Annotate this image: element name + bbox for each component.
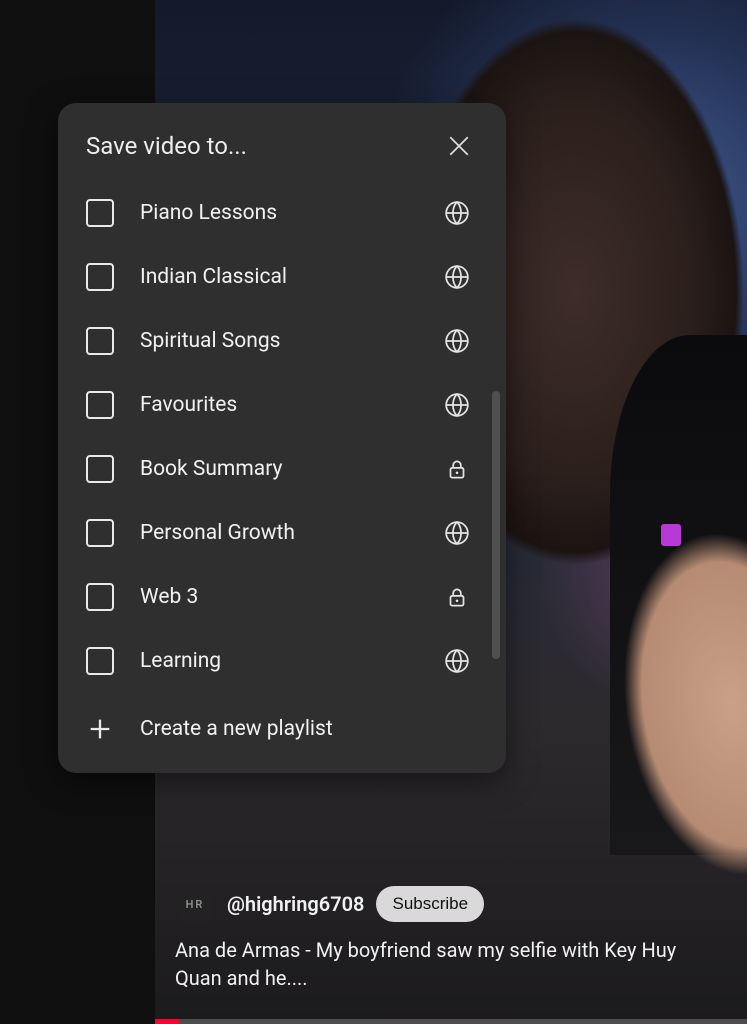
dialog-title: Save video to... <box>86 132 247 160</box>
scrollbar-thumb[interactable] <box>492 391 500 659</box>
playlist-checkbox[interactable] <box>86 391 114 419</box>
channel-avatar[interactable]: HR <box>175 884 215 924</box>
playlist-checkbox[interactable] <box>86 199 114 227</box>
playlist-checkbox[interactable] <box>86 647 114 675</box>
save-to-playlist-dialog: Save video to... Piano Lessons Indian Cla… <box>58 103 506 773</box>
bg-chip <box>661 524 681 546</box>
playlist-label: Learning <box>140 649 418 673</box>
globe-icon <box>444 648 470 674</box>
video-progress-track[interactable] <box>155 1019 747 1024</box>
plus-icon <box>86 715 114 743</box>
playlist-label: Book Summary <box>140 457 418 481</box>
playlist-checkbox[interactable] <box>86 263 114 291</box>
globe-icon <box>444 328 470 354</box>
close-icon <box>444 131 474 161</box>
subscribe-button[interactable]: Subscribe <box>376 886 484 922</box>
playlist-label: Spiritual Songs <box>140 329 418 353</box>
playlist-row[interactable]: Piano Lessons <box>86 181 478 245</box>
playlist-row[interactable]: Web 3 <box>86 565 478 629</box>
playlist-label: Piano Lessons <box>140 201 418 225</box>
playlist-list[interactable]: Piano Lessons Indian Classical Spiritual S… <box>58 177 506 693</box>
video-info-overlay: HR @highring6708 Subscribe Ana de Armas … <box>175 884 727 992</box>
playlist-checkbox[interactable] <box>86 583 114 611</box>
close-button[interactable] <box>440 127 478 165</box>
playlist-label: Favourites <box>140 393 418 417</box>
playlist-checkbox[interactable] <box>86 327 114 355</box>
lock-icon <box>444 456 470 482</box>
playlist-label: Indian Classical <box>140 265 418 289</box>
playlist-row[interactable]: Favourites <box>86 373 478 437</box>
playlist-row[interactable]: Personal Growth <box>86 501 478 565</box>
playlist-row[interactable]: Learning <box>86 629 478 693</box>
video-progress-fill <box>155 1019 179 1024</box>
globe-icon <box>444 200 470 226</box>
globe-icon <box>444 264 470 290</box>
playlist-row[interactable]: Book Summary <box>86 437 478 501</box>
dialog-header: Save video to... <box>58 103 506 177</box>
playlist-label: Web 3 <box>140 585 418 609</box>
lock-icon <box>444 584 470 610</box>
channel-handle[interactable]: @highring6708 <box>227 892 364 916</box>
playlist-checkbox[interactable] <box>86 519 114 547</box>
create-playlist-label: Create a new playlist <box>140 717 333 741</box>
playlist-checkbox[interactable] <box>86 455 114 483</box>
playlist-label: Personal Growth <box>140 521 418 545</box>
channel-row: HR @highring6708 Subscribe <box>175 884 727 924</box>
globe-icon <box>444 392 470 418</box>
create-playlist-button[interactable]: Create a new playlist <box>58 693 506 773</box>
playlist-row[interactable]: Spiritual Songs <box>86 309 478 373</box>
globe-icon <box>444 520 470 546</box>
playlist-row[interactable]: Indian Classical <box>86 245 478 309</box>
video-title: Ana de Armas - My boyfriend saw my selfi… <box>175 936 727 992</box>
